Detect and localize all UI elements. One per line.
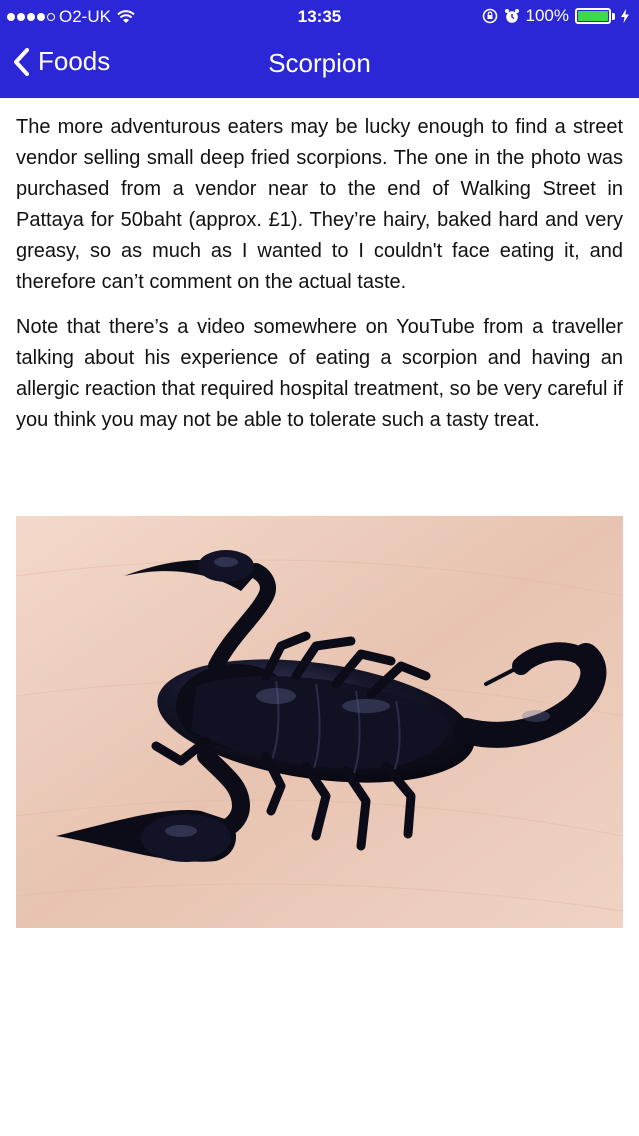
article-paragraph: Note that there’s a video somewhere on Y… [16, 316, 623, 431]
battery-percent: 100% [525, 6, 569, 25]
article-content[interactable]: The more adventurous eaters may be lucky… [16, 112, 623, 450]
charging-icon [621, 9, 629, 23]
scorpion-photo [16, 516, 623, 928]
page-title: Scorpion [268, 48, 371, 78]
lock-rotation-icon [482, 8, 497, 24]
battery-nub [612, 12, 615, 20]
alarm-icon [504, 9, 519, 23]
status-right: 100% [482, 6, 629, 26]
scorpion-image [16, 516, 623, 928]
navigation-bar: Foods Scorpion [0, 34, 639, 98]
article-paragraph: The more adventurous eaters may be lucky… [16, 116, 623, 293]
status-bar: O2-UK 13:35 100% [0, 0, 639, 34]
battery-icon [575, 8, 611, 24]
header-bar: O2-UK 13:35 100% Foods Scorpion [0, 0, 639, 98]
